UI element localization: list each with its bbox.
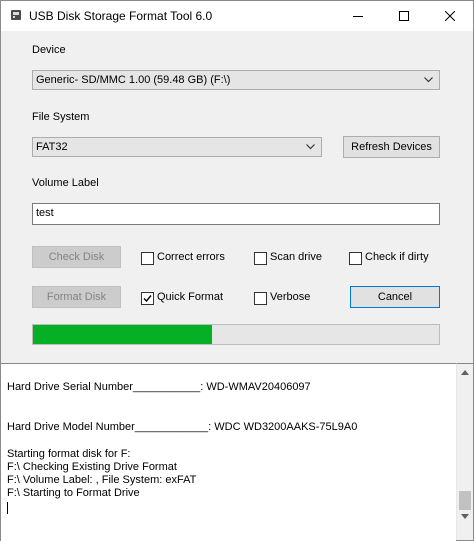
checkmark-icon <box>143 295 152 303</box>
window-title: USB Disk Storage Format Tool 6.0 <box>29 9 213 23</box>
usb-drive-icon <box>11 10 21 20</box>
file-system-label: File System <box>32 111 90 123</box>
log-line-serial: Hard Drive Serial Number___________: WD-… <box>7 381 311 393</box>
log-scrollbar[interactable] <box>456 363 473 540</box>
close-button[interactable] <box>427 1 473 31</box>
log-line: F:\ Checking Existing Drive Format <box>7 461 177 473</box>
minimize-button[interactable] <box>335 1 381 31</box>
checkbox-box <box>141 292 154 305</box>
checkbox-box <box>254 252 267 265</box>
cancel-button[interactable]: Cancel <box>350 286 440 308</box>
log-line: F:\ Volume Label: , File System: exFAT <box>7 474 197 486</box>
checkbox-box <box>254 292 267 305</box>
file-system-dropdown[interactable]: FAT32 <box>32 137 322 157</box>
scroll-up-arrow-icon[interactable] <box>461 370 469 375</box>
refresh-devices-button[interactable]: Refresh Devices <box>343 136 440 158</box>
minimize-icon <box>353 16 363 17</box>
format-disk-button[interactable]: Format Disk <box>32 286 121 308</box>
check-if-dirty-label: Check if dirty <box>365 251 429 263</box>
log-line: Starting format disk for F: <box>7 448 131 460</box>
volume-label-field[interactable] <box>32 203 440 225</box>
close-icon <box>445 11 455 21</box>
log-line: F:\ Starting to Format Drive <box>7 487 140 499</box>
device-dropdown[interactable]: Generic- SD/MMC 1.00 (59.48 GB) (F:\) <box>32 70 440 90</box>
checkbox-box <box>349 252 362 265</box>
scroll-down-arrow-icon[interactable] <box>461 514 469 519</box>
log-line-model: Hard Drive Model Number____________: WDC… <box>7 421 358 433</box>
maximize-icon <box>399 11 409 21</box>
log-output[interactable]: Hard Drive Serial Number___________: WD-… <box>1 363 456 541</box>
scrollbar-thumb[interactable] <box>459 491 471 510</box>
maximize-button[interactable] <box>381 1 427 31</box>
quick-format-label: Quick Format <box>157 291 224 303</box>
check-disk-button[interactable]: Check Disk <box>32 246 121 268</box>
title-bar[interactable]: USB Disk Storage Format Tool 6.0 <box>1 1 473 31</box>
checkbox-box <box>141 252 154 265</box>
device-selected: Generic- SD/MMC 1.00 (59.48 GB) (F:\) <box>36 74 231 86</box>
volume-label-input[interactable] <box>33 204 439 219</box>
progress-fill <box>33 325 212 344</box>
chevron-down-icon <box>306 144 315 150</box>
app-window: USB Disk Storage Format Tool 6.0 Device … <box>0 0 474 541</box>
correct-errors-label: Correct errors <box>157 251 225 263</box>
scan-drive-label: Scan drive <box>270 251 322 263</box>
device-label: Device <box>32 44 66 56</box>
chevron-down-icon <box>424 77 433 83</box>
format-progress-bar <box>32 324 440 345</box>
text-caret <box>7 502 8 514</box>
volume-label-label: Volume Label <box>32 177 99 189</box>
file-system-selected: FAT32 <box>36 141 68 153</box>
verbose-label: Verbose <box>270 291 311 303</box>
